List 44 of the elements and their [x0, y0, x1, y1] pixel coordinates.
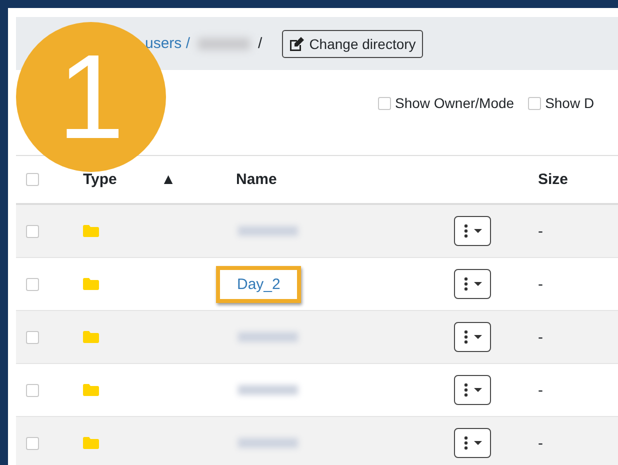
option-label: Show Owner/Mode: [395, 95, 514, 111]
column-header[interactable]: Size: [538, 171, 568, 188]
actions-dropdown[interactable]: [454, 269, 491, 299]
column-header[interactable]: Type: [83, 171, 117, 188]
blurred-name: [238, 438, 298, 448]
column-header[interactable]: Name: [236, 171, 277, 188]
kebab-caret-icon: [462, 383, 484, 397]
change-directory-button[interactable]: Change directory: [282, 30, 423, 58]
checkbox[interactable]: [26, 384, 39, 396]
kebab-caret-icon: [462, 277, 484, 291]
folder-icon: [83, 278, 99, 290]
option-label: Show D: [545, 95, 594, 111]
checkbox[interactable]: [26, 224, 39, 238]
breadcrumb-separator: /: [258, 35, 262, 52]
blurred-name: [238, 226, 298, 236]
kebab-caret-icon: [462, 330, 484, 344]
folder-icon: [83, 225, 99, 237]
blurred-path-segment: [198, 38, 250, 50]
actions-dropdown[interactable]: [454, 428, 491, 458]
checkbox[interactable]: [26, 330, 39, 344]
actions-dropdown[interactable]: [454, 375, 491, 405]
folder-icon: [83, 437, 99, 449]
checkbox[interactable]: [26, 278, 39, 290]
folder-icon: [83, 331, 99, 343]
blurred-name: [238, 384, 298, 394]
kebab-caret-icon: [462, 436, 484, 450]
blurred-name: [238, 332, 298, 342]
size-cell: -: [538, 328, 543, 346]
actions-dropdown[interactable]: [454, 322, 491, 352]
checkbox[interactable]: [378, 96, 391, 110]
kebab-caret-icon: [462, 224, 484, 238]
checkbox[interactable]: [26, 436, 39, 450]
sort-indicator[interactable]: ▲: [160, 171, 176, 188]
size-cell: -: [538, 222, 543, 240]
checkbox[interactable]: [528, 96, 542, 110]
edit-icon: [289, 36, 304, 50]
size-cell: -: [538, 434, 543, 452]
checkbox[interactable]: [26, 173, 39, 186]
size-cell: -: [538, 276, 543, 292]
size-cell: -: [538, 382, 543, 398]
actions-dropdown[interactable]: [454, 216, 491, 246]
folder-icon: [83, 384, 99, 396]
folder-link[interactable]: Day_2: [237, 276, 280, 292]
breadcrumb-link[interactable]: users /: [145, 35, 190, 52]
